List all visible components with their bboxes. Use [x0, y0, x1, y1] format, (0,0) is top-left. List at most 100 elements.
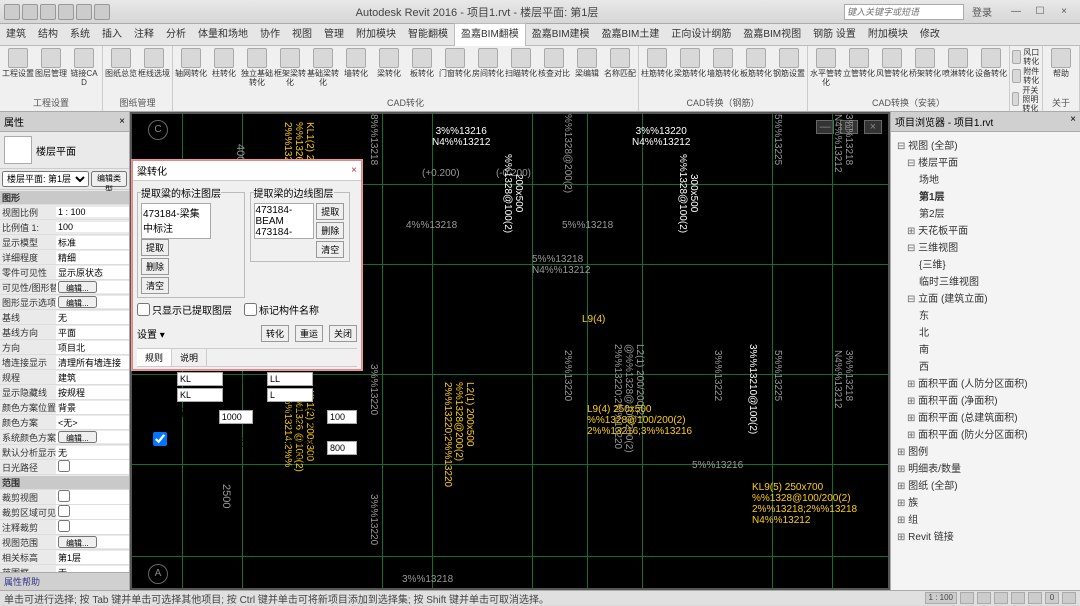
prop-value[interactable] — [56, 505, 129, 519]
tree-node[interactable]: 明细表/数量 — [893, 459, 1078, 476]
ribbon-tab[interactable]: 钢筋 设置 — [807, 24, 862, 46]
prop-value[interactable]: 第1层 — [56, 551, 129, 564]
ribbon-button[interactable]: 名称匹配 — [604, 48, 636, 95]
list-item[interactable]: 473184-BEAM — [256, 205, 312, 227]
ribbon-button[interactable]: 喷淋转化 — [942, 48, 974, 95]
ribbon-tab[interactable]: 分析 — [160, 24, 192, 46]
tree-node[interactable]: 三维视图 — [893, 238, 1078, 255]
prop-value[interactable]: 标准 — [56, 236, 129, 249]
tree-node[interactable]: {三维} — [893, 255, 1078, 272]
prop-value[interactable]: 按规程 — [56, 386, 129, 399]
ribbon-button[interactable]: 风管转化 — [876, 48, 908, 95]
mark-member-checkbox[interactable]: 标记构件名称 — [244, 302, 319, 317]
tree-node[interactable]: 第1层 — [893, 187, 1078, 204]
list-item[interactable]: 473184-BEAM_CON — [256, 227, 312, 239]
tree-node[interactable]: 视图 (全部) — [893, 136, 1078, 153]
tree-node[interactable]: 族 — [893, 493, 1078, 510]
ribbon-button[interactable]: 独立基础转化 — [241, 48, 273, 95]
prop-value[interactable]: 精细 — [56, 251, 129, 264]
prop-value[interactable]: 1 : 100 — [56, 207, 129, 217]
label-layer-list[interactable]: 473184-梁集中标注 473184-梁原位标注 — [141, 203, 211, 239]
prop-value[interactable] — [56, 520, 129, 534]
ribbon-button[interactable]: 房间转化 — [472, 48, 504, 95]
indep-beam-input[interactable] — [177, 388, 223, 402]
tab-rules[interactable]: 规则 — [137, 349, 172, 366]
maxspan-input[interactable] — [219, 410, 253, 424]
ribbon-button[interactable]: 墙转化 — [340, 48, 372, 95]
edit-type-button[interactable]: 编辑类型 — [91, 171, 127, 187]
secondary-beam-input[interactable] — [267, 388, 313, 402]
ribbon-button[interactable]: 立管转化 — [843, 48, 875, 95]
ribbon-button[interactable]: 框架梁转化 — [274, 48, 306, 95]
panel-close-icon[interactable]: × — [119, 116, 125, 127]
tree-node[interactable]: 面积平面 (净面积) — [893, 391, 1078, 408]
prop-checkbox[interactable] — [58, 490, 70, 502]
ribbon-button[interactable]: 梁编辑 — [571, 48, 603, 95]
tree-node[interactable]: Revit 链接 — [893, 527, 1078, 544]
ribbon-button[interactable]: 柱转化 — [208, 48, 240, 95]
delete-button[interactable]: 删除 — [141, 258, 169, 275]
ribbon-tab[interactable]: 体量和场地 — [192, 24, 254, 46]
ribbon-button[interactable]: 扫瞄转化 — [505, 48, 537, 95]
crop-icon[interactable] — [1028, 592, 1042, 604]
ribbon-tab[interactable]: 修改 — [914, 24, 946, 46]
prop-value[interactable]: 项目北 — [56, 341, 129, 354]
ribbon-button[interactable]: 轴网转化 — [175, 48, 207, 95]
login-link[interactable]: 登录 — [972, 4, 992, 19]
tree-node[interactable]: 面积平面 (防火分区面积) — [893, 425, 1078, 442]
prop-checkbox[interactable] — [58, 505, 70, 517]
prop-value[interactable]: 编辑... — [56, 296, 129, 308]
settings-dropdown[interactable]: 设置 — [137, 330, 157, 341]
prop-value[interactable]: 编辑... — [56, 431, 129, 443]
filter-icon[interactable] — [1062, 592, 1076, 604]
tree-node[interactable]: 楼层平面 — [893, 153, 1078, 170]
tree-node[interactable]: 东 — [893, 306, 1078, 323]
extract-button[interactable]: 提取 — [141, 239, 169, 256]
prop-value[interactable]: 编辑... — [56, 536, 129, 548]
panel-close-icon[interactable]: × — [1070, 114, 1076, 129]
prop-value[interactable]: 建筑 — [56, 371, 129, 384]
ribbon-button[interactable]: 板筋转化 — [740, 48, 772, 95]
ribbon-button[interactable]: 开关照明转化 — [1012, 86, 1040, 113]
ribbon-button[interactable]: 水平管转化 — [810, 48, 842, 95]
minwidth-input[interactable] — [327, 410, 357, 424]
close-button[interactable]: × — [1052, 4, 1076, 20]
delete-button[interactable]: 删除 — [316, 222, 344, 239]
scale-display[interactable]: 1 : 100 — [925, 592, 957, 604]
ribbon-tab[interactable]: 管理 — [318, 24, 350, 46]
prop-value[interactable] — [56, 460, 129, 474]
clear-button[interactable]: 清空 — [141, 277, 169, 294]
ribbon-tab[interactable]: 附加模块 — [350, 24, 402, 46]
tree-node[interactable]: 天花板平面 — [893, 221, 1078, 238]
ribbon-button[interactable]: 梁筋转化 — [674, 48, 706, 95]
ribbon-button[interactable]: 墙筋转化 — [707, 48, 739, 95]
ribbon-tab[interactable]: 附加模块 — [862, 24, 914, 46]
prop-value[interactable]: 背景 — [56, 401, 129, 414]
ribbon-button[interactable]: 附件转化 — [1012, 67, 1040, 85]
prop-value[interactable]: 无 — [56, 311, 129, 324]
prop-edit-button[interactable]: 编辑... — [58, 296, 97, 308]
instance-select[interactable]: 楼层平面: 第1层 — [2, 171, 89, 187]
tree-node[interactable]: 南 — [893, 340, 1078, 357]
detail-level-icon[interactable] — [960, 592, 974, 604]
ribbon-button[interactable]: 风口转化 — [1012, 48, 1040, 66]
ribbon-tab[interactable]: 盈嘉BIM视图 — [737, 24, 807, 46]
maxwidth-input[interactable] — [327, 441, 357, 455]
list-item[interactable]: 473184-梁集中标注 — [143, 205, 209, 235]
prop-checkbox[interactable] — [58, 520, 70, 532]
shadows-icon[interactable] — [1011, 592, 1025, 604]
tab-notes[interactable]: 说明 — [172, 349, 207, 366]
ribbon-button[interactable]: 基础梁转化 — [307, 48, 339, 95]
prop-edit-button[interactable]: 编辑... — [58, 281, 97, 293]
visual-style-icon[interactable] — [977, 592, 991, 604]
qat-more-icon[interactable] — [94, 4, 110, 20]
ribbon-button[interactable]: 设备转化 — [975, 48, 1007, 95]
tree-node[interactable]: 西 — [893, 357, 1078, 374]
ribbon-button[interactable]: 工程设置 — [2, 48, 34, 95]
ribbon-button[interactable]: 链接CAD — [68, 48, 100, 95]
redo-icon[interactable] — [58, 4, 74, 20]
ribbon-button[interactable]: 门窗转化 — [439, 48, 471, 95]
ribbon-tab[interactable]: 协作 — [254, 24, 286, 46]
only-extracted-checkbox[interactable]: 只显示已提取图层 — [137, 302, 232, 317]
ribbon-tab[interactable]: 系统 — [64, 24, 96, 46]
